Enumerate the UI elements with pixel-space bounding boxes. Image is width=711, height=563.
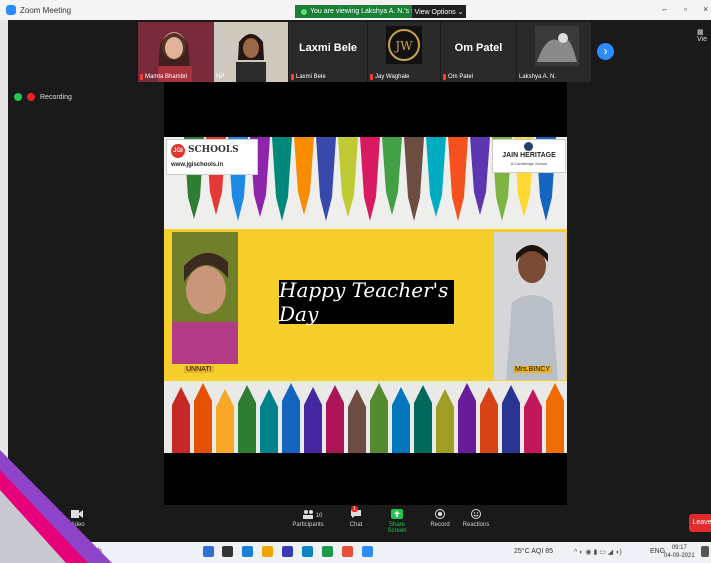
share-screen-label: Share Screen	[387, 522, 407, 534]
close-icon[interactable]: ×	[703, 4, 708, 14]
encryption-shield-icon[interactable]	[14, 93, 22, 101]
participant-tile[interactable]: Lakshya A. N.	[517, 22, 591, 82]
share-screen-button[interactable]: Share Screen	[379, 509, 415, 534]
participant-avatar	[535, 26, 579, 66]
participant-tile[interactable]: Mamta Bhambri	[138, 22, 214, 82]
participant-name: Om Patel	[443, 74, 473, 80]
participants-count: 10	[315, 513, 323, 519]
share-screen-icon	[391, 509, 403, 519]
participant-tile[interactable]: Om Patel Om Patel	[441, 22, 516, 82]
chat-badge: 1	[351, 506, 358, 512]
pencils-bottom-image	[164, 381, 567, 453]
participants-icon	[303, 510, 313, 519]
smiley-icon	[471, 509, 481, 519]
participant-name: Laxmi Bele	[291, 74, 326, 80]
weather-status[interactable]: 25°C AQI 85	[514, 548, 553, 555]
participant-big-name: Om Patel	[454, 42, 503, 54]
zoom-taskbar-icon[interactable]	[362, 546, 373, 557]
chat-button[interactable]: 1 Chat	[343, 506, 369, 528]
chrome-icon[interactable]	[342, 546, 353, 557]
edge-icon[interactable]	[302, 546, 313, 557]
participant-avatar: JW	[386, 26, 422, 64]
jain-heritage-subtext: A Cambridge School	[510, 161, 548, 166]
record-label: Record	[430, 522, 450, 528]
recording-dot-icon	[27, 93, 35, 101]
app-title: Zoom Meeting	[6, 5, 71, 15]
tray-icons[interactable]: ^ ◐ ◉ ▮ ▭ ◢ ◖)	[574, 548, 622, 556]
reactions-label: Reactions	[462, 522, 490, 528]
language-indicator[interactable]: ENG	[650, 548, 665, 555]
record-icon	[435, 509, 445, 519]
clock[interactable]: 09:17 04-09-2021	[664, 544, 695, 560]
participant-name: Jay Waghale	[370, 74, 409, 80]
svg-text:JW: JW	[393, 39, 413, 53]
participant-name-text: Laxmi Bele	[296, 74, 326, 80]
chat-label: Chat	[349, 522, 363, 528]
mail-icon[interactable]	[242, 546, 253, 557]
leave-button[interactable]: Leave	[689, 514, 711, 532]
participant-name-text: Mamta Bhambri	[145, 74, 188, 80]
muted-mic-icon	[443, 74, 446, 80]
participant-name-text: Lakshya A. N.	[519, 74, 557, 80]
recording-indicator: Recording	[14, 93, 72, 101]
jain-heritage-logo: JAIN HERITAGE A Cambridge School	[492, 139, 566, 173]
jain-heritage-text: JAIN HERITAGE	[502, 152, 556, 159]
title-bar: Zoom Meeting You are viewing Lakshya A. …	[0, 0, 711, 20]
participant-name: Mamta Bhambri	[140, 74, 187, 80]
window-title: Zoom Meeting	[20, 5, 72, 15]
participant-big-name: Laxmi Bele	[298, 42, 358, 54]
jgi-badge: JGI	[171, 144, 185, 158]
muted-mic-icon	[291, 74, 294, 80]
jain-emblem-icon	[524, 142, 533, 151]
shield-icon	[301, 8, 307, 15]
shared-slide: JGI SCHOOLS www.jgischools.in JAIN HERIT…	[164, 137, 567, 453]
video-label: Video	[69, 522, 85, 528]
jgi-schools-logo: JGI SCHOOLS www.jgischools.in	[166, 139, 258, 175]
participant-name-text: Om Patel	[448, 74, 474, 80]
notification-icon[interactable]	[701, 546, 709, 557]
sheets-icon[interactable]	[322, 546, 333, 557]
student-photo	[172, 232, 238, 364]
participant-video	[138, 22, 214, 82]
taskbar-search[interactable]: rch	[92, 548, 102, 555]
participant-tile[interactable]: JW Jay Waghale	[368, 22, 440, 82]
store-icon[interactable]	[222, 546, 233, 557]
view-mode-button[interactable]: ▦ Vie	[697, 28, 711, 43]
headline-text: Happy Teacher's Day	[279, 278, 454, 326]
jgi-url: www.jgischools.in	[171, 162, 224, 168]
clock-time: 09:17	[671, 545, 687, 551]
file-explorer-icon[interactable]	[203, 546, 214, 557]
teacher-photo	[494, 232, 566, 380]
participants-label: Participants	[292, 522, 324, 528]
teacher-caption: Mrs.BINCY	[513, 366, 552, 373]
participant-name-text: Jay Waghale	[375, 74, 410, 80]
video-camera-icon	[71, 510, 83, 518]
view-options-button[interactable]: View Options ⌄	[412, 5, 466, 18]
recording-label: Recording	[40, 93, 72, 101]
reactions-button[interactable]: Reactions	[461, 509, 491, 528]
jgi-schools-text: SCHOOLS	[188, 145, 239, 155]
minimize-icon[interactable]: –	[662, 4, 667, 14]
window-edge	[0, 20, 8, 542]
next-page-button[interactable]: ›	[597, 43, 614, 60]
maximize-icon[interactable]: ▫	[684, 4, 687, 14]
participant-tile[interactable]: Laxmi Bele Laxmi Bele	[289, 22, 367, 82]
participant-name: Lakshya A. N.	[519, 74, 556, 80]
clock-date: 04-09-2021	[664, 553, 695, 559]
participant-name-text: HP	[216, 74, 225, 80]
record-button[interactable]: Record	[427, 509, 453, 528]
participant-video	[214, 22, 288, 82]
view-mode-label: Vie	[697, 36, 707, 43]
participant-name: HP	[216, 74, 224, 80]
student-caption: UNNATI	[184, 366, 214, 373]
chevron-right-icon: ›	[603, 44, 608, 58]
photos-icon[interactable]	[282, 546, 293, 557]
muted-mic-icon	[370, 74, 373, 80]
zoom-logo-icon	[6, 5, 16, 15]
folder-icon[interactable]	[262, 546, 273, 557]
muted-mic-icon	[140, 74, 143, 80]
participant-tile[interactable]: HP	[214, 22, 288, 82]
video-button[interactable]: Video	[62, 509, 92, 528]
